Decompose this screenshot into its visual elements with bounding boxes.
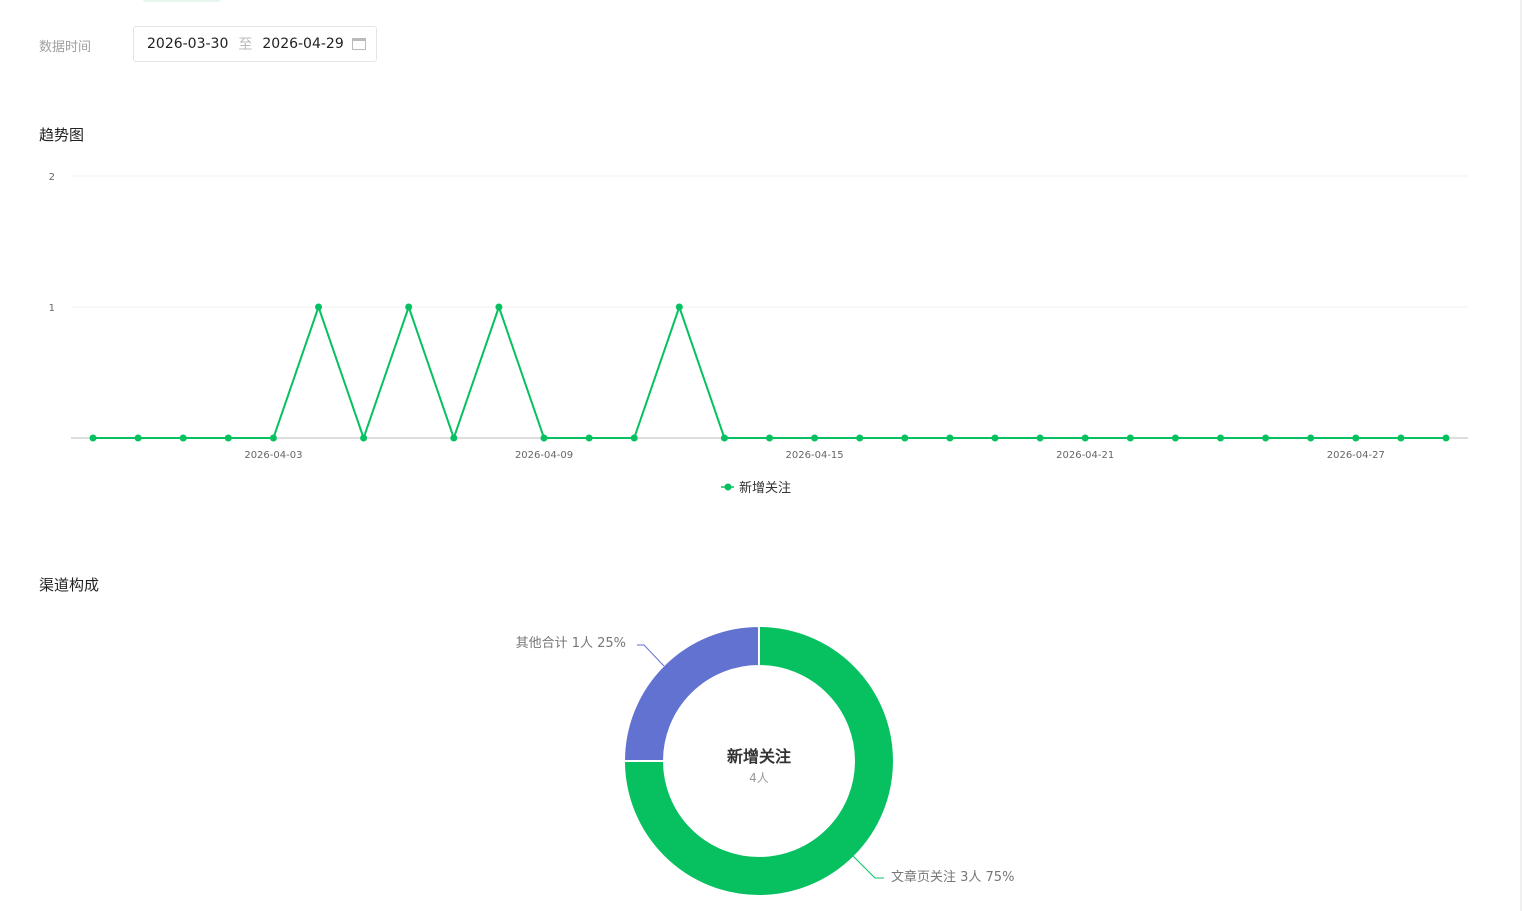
- data-point: [1081, 434, 1089, 442]
- data-point: [495, 303, 503, 311]
- data-point: [991, 434, 999, 442]
- data-point: [540, 434, 548, 442]
- data-point: [675, 303, 683, 311]
- x-tick-label: 2026-04-03: [244, 450, 302, 461]
- x-tick-label: 2026-04-09: [515, 450, 573, 461]
- y-tick-label: 2: [49, 172, 55, 183]
- data-point: [1262, 434, 1270, 442]
- data-point: [630, 434, 638, 442]
- data-point: [1126, 434, 1134, 442]
- data-point: [1036, 434, 1044, 442]
- data-point: [1171, 434, 1179, 442]
- data-point: [134, 434, 142, 442]
- data-point: [766, 434, 773, 442]
- data-point: [720, 434, 728, 442]
- y-tick-label: 1: [49, 303, 55, 314]
- donut-center-value: 4人: [749, 771, 769, 785]
- data-point: [585, 434, 593, 442]
- donut-slice: [622, 624, 760, 762]
- charts: 1 2 2026-04-03 2026-04-09 2026-04-15 2026-04-…: [49, 172, 1468, 897]
- data-point: [360, 434, 368, 442]
- data-point: [1442, 434, 1450, 442]
- data-point: [269, 434, 277, 442]
- data-point: [405, 303, 413, 311]
- data-point: [315, 303, 322, 311]
- data-point: [179, 434, 187, 442]
- data-point: [1397, 434, 1405, 442]
- slice-label: 其他合计 1人 25%: [516, 636, 626, 651]
- x-tick-label: 2026-04-27: [1327, 450, 1385, 461]
- x-tick-label: 2026-04-21: [1056, 450, 1114, 461]
- data-point: [450, 434, 458, 442]
- data-point: [1352, 434, 1360, 442]
- data-point: [89, 434, 97, 442]
- data-point: [946, 434, 954, 442]
- data-point: [811, 434, 819, 442]
- data-point: [856, 434, 864, 442]
- donut-center-title: 新增关注: [727, 747, 791, 766]
- data-point: [1217, 434, 1224, 442]
- legend-label: 新增关注: [739, 480, 791, 496]
- data-point: [1307, 434, 1315, 442]
- x-tick-label: 2026-04-15: [786, 450, 844, 461]
- data-point: [224, 434, 232, 442]
- label-line: [637, 644, 665, 667]
- series-line: [93, 303, 1446, 442]
- slice-label: 文章页关注 3人 75%: [891, 869, 1014, 885]
- label-line: [852, 855, 884, 879]
- legend-marker: [724, 483, 732, 491]
- data-point: [901, 434, 909, 442]
